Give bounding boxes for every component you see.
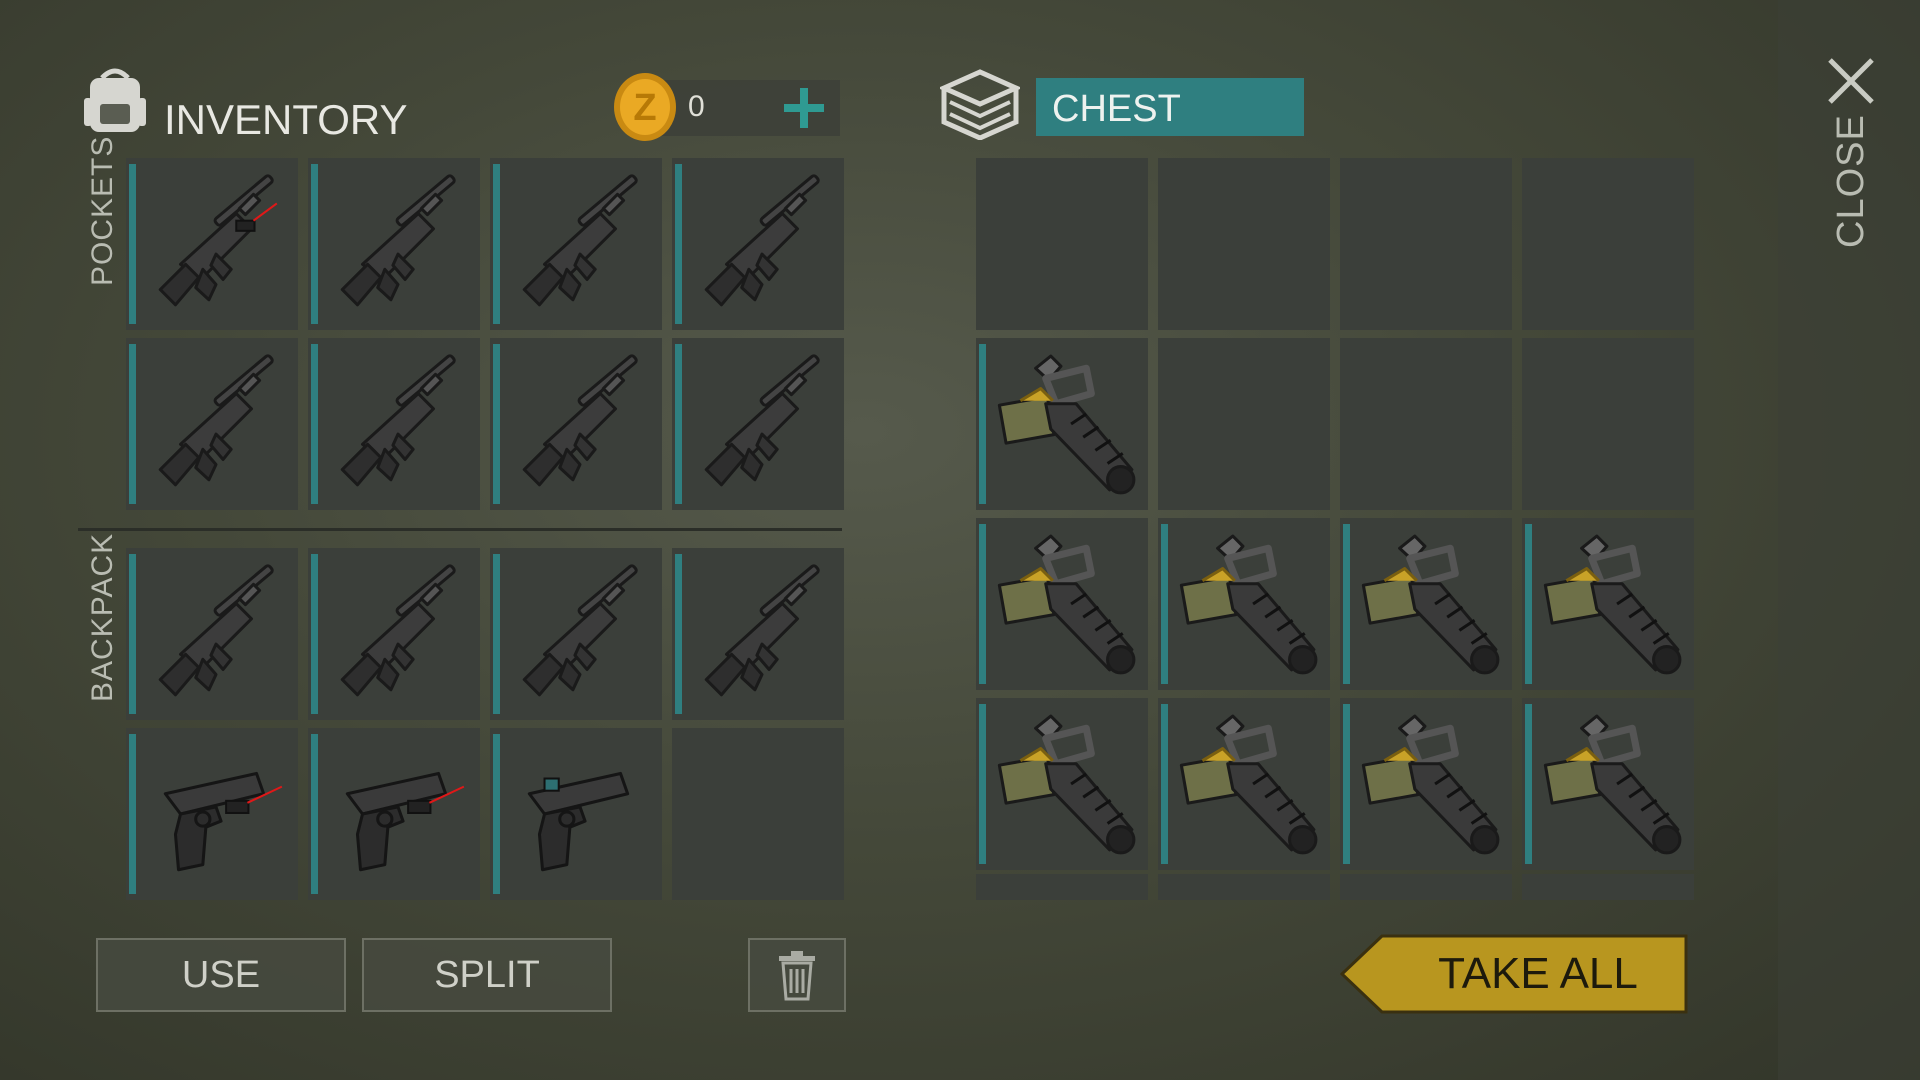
trash-icon	[779, 951, 815, 1001]
rifle-icon	[686, 344, 838, 504]
pistol-laser-icon	[322, 734, 474, 894]
chest-slot[interactable]	[1522, 518, 1694, 690]
minigun-icon	[1536, 704, 1688, 864]
minigun-icon	[1172, 524, 1324, 684]
svg-text:Z: Z	[633, 87, 656, 129]
chest-slot[interactable]	[1340, 698, 1512, 870]
pocket-slot[interactable]	[308, 158, 480, 330]
minigun-icon	[1172, 704, 1324, 864]
backpack-slot[interactable]	[308, 728, 480, 900]
rifle-icon	[322, 344, 474, 504]
pocket-slot[interactable]	[672, 158, 844, 330]
chest-title: CHEST	[1052, 88, 1181, 130]
pocket-slot[interactable]	[126, 158, 298, 330]
pocket-slot[interactable]	[672, 338, 844, 510]
chest-slot[interactable]	[1522, 158, 1694, 330]
rifle-laser-icon	[140, 164, 292, 324]
close-label[interactable]: CLOSE	[1830, 114, 1873, 248]
chest-slot[interactable]	[1522, 698, 1694, 870]
backpack-slot[interactable]	[672, 548, 844, 720]
backpack-slot[interactable]	[126, 728, 298, 900]
rifle-icon	[140, 344, 292, 504]
pockets-label: POCKETS	[86, 135, 119, 286]
rifle-icon	[686, 554, 838, 714]
rifle-icon	[504, 344, 656, 504]
rifle-icon	[140, 554, 292, 714]
pistol-laser-icon	[140, 734, 292, 894]
pocket-slot[interactable]	[126, 338, 298, 510]
take-all-button[interactable]: TAKE ALL	[1340, 934, 1688, 1014]
chest-next-row-peek	[976, 874, 1694, 900]
backpack-label: BACKPACK	[86, 532, 119, 702]
chest-slot[interactable]	[1158, 338, 1330, 510]
pocket-slot[interactable]	[490, 158, 662, 330]
chest-slot[interactable]	[1340, 158, 1512, 330]
backpack-slot[interactable]	[672, 728, 844, 900]
minigun-icon	[990, 704, 1142, 864]
take-all-label: TAKE ALL	[1438, 949, 1638, 998]
add-coins-button[interactable]	[780, 84, 828, 132]
rifle-icon	[504, 554, 656, 714]
chest-slot[interactable]	[1522, 338, 1694, 510]
inventory-title: INVENTORY	[164, 96, 408, 143]
chest-slot[interactable]	[976, 158, 1148, 330]
backpack-slot[interactable]	[490, 548, 662, 720]
pistol-sight-icon	[504, 734, 656, 894]
chest-slot[interactable]	[1158, 158, 1330, 330]
minigun-icon	[1354, 524, 1506, 684]
minigun-icon	[990, 344, 1142, 504]
chest-slot[interactable]	[976, 698, 1148, 870]
chest-slot[interactable]	[1158, 698, 1330, 870]
backpack-slot[interactable]	[308, 548, 480, 720]
minigun-icon	[1536, 524, 1688, 684]
coin-icon: Z	[612, 72, 678, 142]
rifle-icon	[504, 164, 656, 324]
plus-icon	[784, 88, 824, 128]
trash-button[interactable]	[748, 938, 846, 1012]
chest-slot[interactable]	[1158, 518, 1330, 690]
section-divider	[78, 528, 842, 531]
backpack-slot[interactable]	[490, 728, 662, 900]
chest-slot[interactable]	[976, 518, 1148, 690]
rifle-icon	[686, 164, 838, 324]
chest-slot[interactable]	[976, 338, 1148, 510]
rifle-icon	[322, 164, 474, 324]
close-icon[interactable]	[1826, 56, 1876, 106]
chest-slot[interactable]	[1340, 518, 1512, 690]
minigun-icon	[990, 524, 1142, 684]
minigun-icon	[1354, 704, 1506, 864]
chest-icon	[937, 66, 1023, 141]
use-button[interactable]: USE	[96, 938, 346, 1012]
backpack-slot[interactable]	[126, 548, 298, 720]
chest-slot[interactable]	[1340, 338, 1512, 510]
pocket-slot[interactable]	[490, 338, 662, 510]
pocket-slot[interactable]	[308, 338, 480, 510]
coin-amount: 0	[688, 90, 705, 123]
rifle-icon	[322, 554, 474, 714]
backpack-icon	[80, 64, 150, 136]
split-button[interactable]: SPLIT	[362, 938, 612, 1012]
